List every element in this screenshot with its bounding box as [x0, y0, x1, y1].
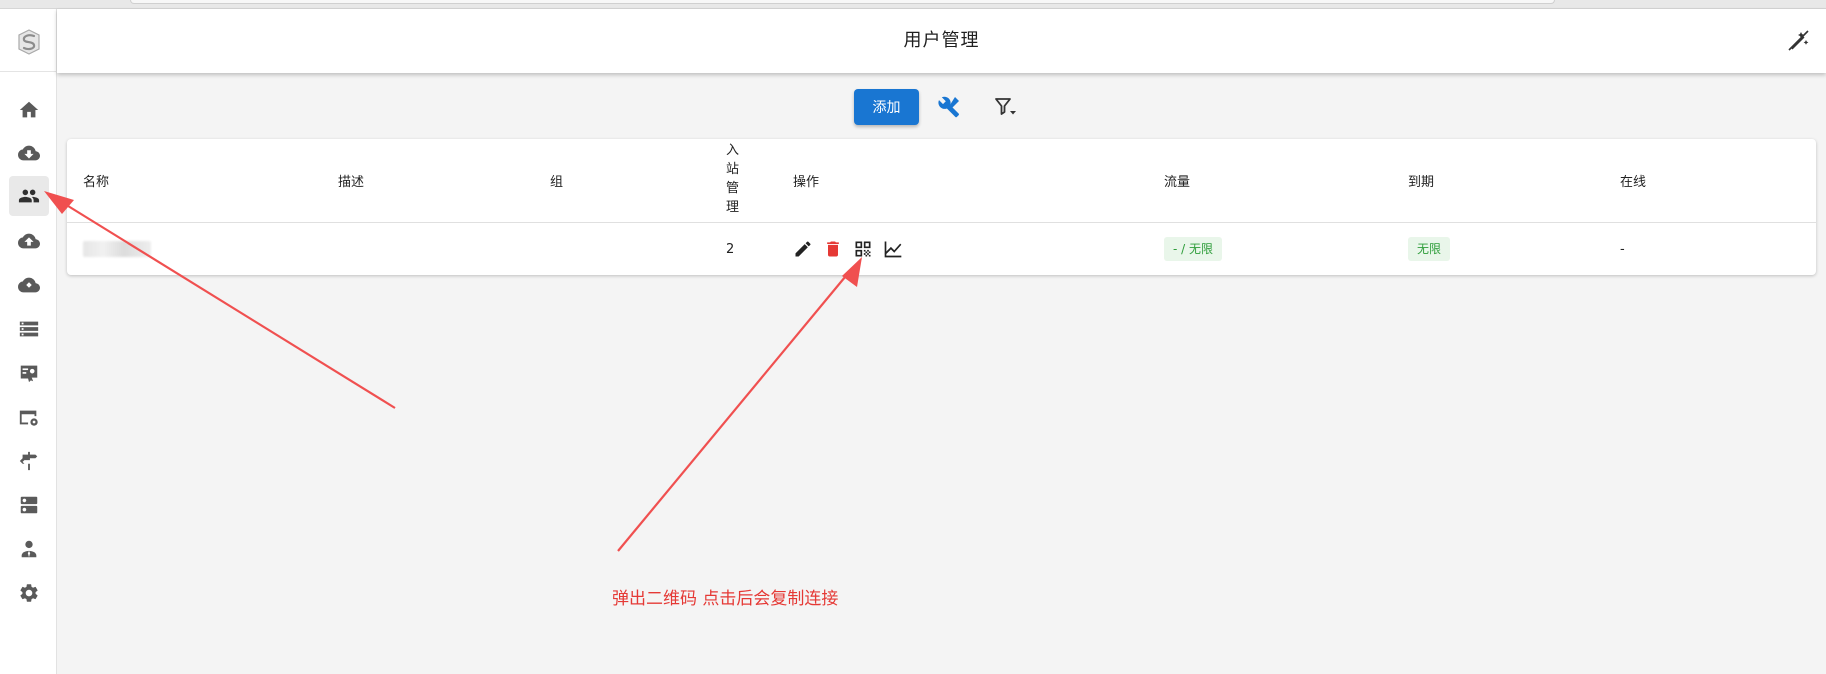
- tools-icon: [938, 96, 959, 118]
- edit-icon: [795, 241, 811, 257]
- header-inbound[interactable]: 入站管理: [726, 141, 742, 217]
- header-traffic[interactable]: 流量: [1164, 139, 1190, 222]
- delete-icon: [827, 241, 839, 257]
- cell-name: [83, 223, 151, 275]
- sidebar-item-settings[interactable]: [9, 573, 49, 613]
- storage-list-icon: [19, 321, 39, 337]
- annotation-note: 弹出二维码 点击后会复制连接: [612, 589, 839, 609]
- people-icon: [18, 189, 40, 203]
- filter-button[interactable]: [990, 92, 1020, 122]
- page-title: 用户管理: [903, 30, 980, 51]
- cloud-sync-icon: [18, 277, 40, 293]
- sidebar-divider: [0, 71, 57, 72]
- sidebar-item-home[interactable]: [9, 90, 49, 130]
- header-expiry[interactable]: 到期: [1408, 139, 1434, 222]
- sidebar-item-web-settings[interactable]: [9, 397, 49, 437]
- add-button[interactable]: 添加: [854, 89, 919, 125]
- signpost-icon: [19, 451, 38, 471]
- magic-wand-icon: [1788, 30, 1809, 51]
- expiry-chip: 无限: [1408, 237, 1451, 261]
- sidebar-item-routing[interactable]: [9, 441, 49, 481]
- chart-button[interactable]: [881, 237, 905, 261]
- browser-address-bar[interactable]: [130, 0, 1555, 4]
- cell-inbound: 2: [726, 241, 735, 257]
- web-settings-icon: [19, 410, 38, 426]
- sidebar-item-list[interactable]: [9, 309, 49, 349]
- traffic-chip: - / 无限: [1164, 237, 1223, 261]
- edit-button[interactable]: [791, 237, 815, 261]
- dns-icon: [20, 496, 38, 514]
- sidebar-item-sync[interactable]: [9, 265, 49, 305]
- delete-button[interactable]: [821, 237, 845, 261]
- cell-traffic: - / 无限: [1164, 223, 1223, 275]
- blurred-user-name: [83, 241, 151, 257]
- admin-user-icon: [21, 540, 37, 558]
- cloud-download-icon: [18, 145, 40, 161]
- cell-online: -: [1620, 241, 1625, 257]
- header-online[interactable]: 在线: [1620, 139, 1646, 222]
- header-actions: 操作: [793, 175, 820, 190]
- sidebar-item-upload[interactable]: [9, 221, 49, 261]
- qrcode-button[interactable]: [851, 237, 875, 261]
- cell-actions: [791, 223, 911, 275]
- cloud-upload-icon: [18, 233, 40, 249]
- sidebar-item-download[interactable]: [9, 133, 49, 173]
- chart-icon: [884, 241, 902, 258]
- arrow-to-qrcode: [617, 257, 862, 552]
- sidebar-item-certificate[interactable]: [9, 353, 49, 393]
- header-name[interactable]: 名称: [83, 139, 109, 222]
- gear-icon: [20, 584, 38, 602]
- rocket-logo-icon[interactable]: [15, 28, 43, 56]
- browser-top-strip: [0, 0, 1826, 9]
- tools-button[interactable]: [934, 92, 964, 122]
- toolbar: 添加: [57, 88, 1826, 126]
- home-icon: [19, 101, 39, 118]
- header-group[interactable]: 组: [550, 139, 563, 222]
- header-description[interactable]: 描述: [338, 139, 364, 222]
- header-divider: [67, 222, 1816, 223]
- app-bar: 用户管理: [57, 9, 1826, 73]
- sidebar: [0, 9, 57, 674]
- cell-expiry: 无限: [1408, 223, 1451, 275]
- users-table: 名称 描述 组 入站管理 操作 流量 到期 在线 2 - / 无限 无限 -: [67, 139, 1816, 275]
- sidebar-item-admin[interactable]: [9, 529, 49, 569]
- sidebar-item-dns[interactable]: [9, 485, 49, 525]
- filter-icon: [995, 98, 1016, 115]
- certificate-icon: [20, 365, 38, 383]
- qrcode-icon: [855, 241, 871, 257]
- sidebar-item-users[interactable]: [9, 176, 49, 216]
- theme-toggle-button[interactable]: [1786, 28, 1812, 54]
